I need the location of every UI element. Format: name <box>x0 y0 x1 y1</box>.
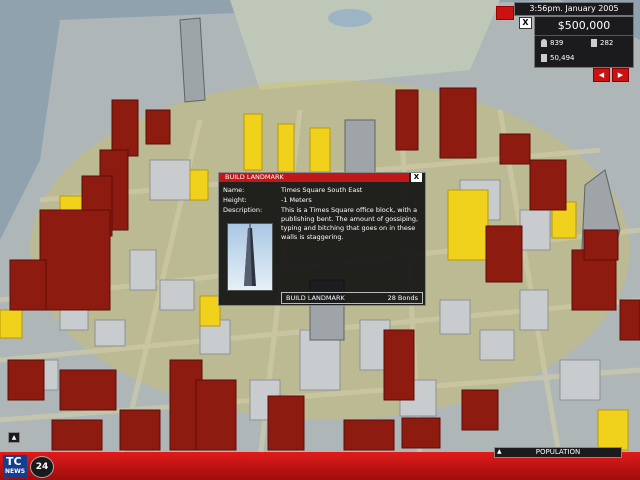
citizens-icon <box>541 54 547 62</box>
workforce-value: 282 <box>600 39 614 47</box>
build-landmark-dialog: BUILD LANDMARK X Name: Times Square Sout… <box>218 172 426 306</box>
tower-icon <box>244 224 256 286</box>
next-arrow-button[interactable]: ▶ <box>612 68 629 82</box>
prev-arrow-button[interactable]: ◀ <box>593 68 610 82</box>
treasury-amount: $500,000 <box>535 17 633 36</box>
height-label: Height: <box>223 196 247 204</box>
approval-value: 839 <box>550 39 564 47</box>
workforce-stat: 282 <box>591 38 613 48</box>
tc-news-logo: TC NEWS <box>3 455 27 478</box>
hud-close-button[interactable]: X <box>519 17 532 29</box>
dialog-title: BUILD LANDMARK <box>219 173 409 182</box>
news-24-badge: 24 <box>30 456 54 478</box>
approval-stat: 839 <box>541 38 563 48</box>
group-icon <box>591 39 597 47</box>
population-button[interactable]: POPULATION <box>494 447 622 458</box>
logo-tc-text: TC <box>6 455 22 468</box>
logo-news-text: NEWS <box>5 468 26 475</box>
dialog-close-button[interactable]: X <box>411 173 422 182</box>
population-expand-icon[interactable]: ▲ <box>497 447 502 456</box>
build-button-label: BUILD LANDMARK <box>286 294 345 302</box>
person-icon <box>541 39 547 47</box>
landmark-cost: 28 Bonds <box>387 294 418 302</box>
description-label: Description: <box>223 206 263 214</box>
ticker-expand-button[interactable]: ▲ <box>8 432 20 443</box>
game-clock: 3:56pm. January 2005 <box>514 2 634 16</box>
landmark-height: -1 Meters <box>281 196 312 204</box>
landmark-preview-image <box>227 223 273 291</box>
landmark-description: This is a Times Square office block, wit… <box>281 206 419 241</box>
population-stat: 50,494 <box>541 53 575 63</box>
build-landmark-button[interactable]: BUILD LANDMARK 28 Bonds <box>281 292 423 304</box>
population-value: 50,494 <box>550 54 575 62</box>
park-lake <box>328 9 372 27</box>
name-label: Name: <box>223 186 245 194</box>
alert-tab[interactable] <box>496 6 514 20</box>
city-stats-panel: $500,000 839 282 50,494 <box>534 16 634 68</box>
landmark-name: Times Square South East <box>281 186 363 194</box>
